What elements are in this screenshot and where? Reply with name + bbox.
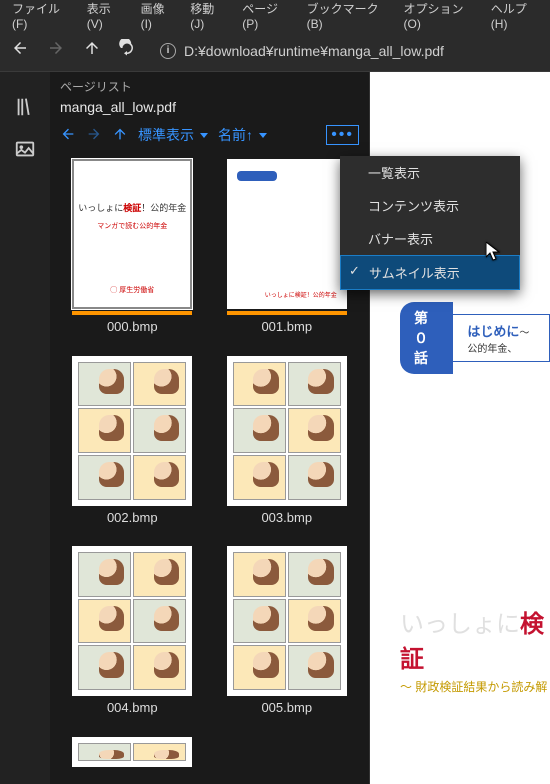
panel-toolbar: 標準表示 名前↑ •••: [50, 121, 369, 153]
up-button[interactable]: [82, 39, 102, 62]
page-title: いっしょに検証: [400, 604, 550, 674]
pagelist-icon[interactable]: [14, 138, 36, 160]
sidebar-rail: [0, 72, 50, 784]
more-menu-button[interactable]: •••: [326, 125, 359, 145]
panel-up[interactable]: [112, 126, 128, 145]
cover-logo: ◯ 厚生労働省: [74, 285, 190, 295]
thumbnail[interactable]: [227, 356, 347, 506]
url-text: D:¥download¥runtime¥manga_all_low.pdf: [184, 43, 444, 59]
thumbnail[interactable]: いっしょに検証！公的年金: [227, 159, 347, 309]
thumb-label: 005.bmp: [261, 700, 312, 715]
page-subtitle: ～ 財政検証結果から読み解: [400, 678, 550, 695]
cover-suffix: ！公的年金: [141, 203, 186, 213]
menu-move[interactable]: 移動(J): [182, 0, 232, 35]
thumb-label: 003.bmp: [261, 510, 312, 525]
thumbnail[interactable]: いっしょに検証！公的年金 マンガで読む公的年金 ◯ 厚生労働省: [72, 159, 192, 309]
display-mode-label: 標準表示: [138, 125, 194, 145]
thumb-item[interactable]: 004.bmp: [62, 546, 203, 727]
thumb-label: 004.bmp: [107, 700, 158, 715]
menu-page[interactable]: ページ(P): [234, 0, 296, 35]
thumb-item[interactable]: [62, 737, 203, 779]
progress-bar: [72, 311, 192, 315]
check-icon: ✓: [349, 263, 360, 279]
menu-options[interactable]: オプション(O): [396, 0, 481, 35]
toolbar: i D:¥download¥runtime¥manga_all_low.pdf: [0, 30, 550, 72]
info-icon[interactable]: i: [160, 43, 176, 59]
chevron-down-icon: [259, 133, 267, 138]
sort-mode-dropdown[interactable]: 名前↑: [218, 125, 267, 145]
display-mode-dropdown[interactable]: 標準表示: [138, 125, 208, 145]
chevron-down-icon: [200, 133, 208, 138]
reload-button[interactable]: [118, 39, 136, 62]
thumb-item[interactable]: 005.bmp: [217, 546, 358, 727]
bookshelf-icon[interactable]: [14, 96, 36, 118]
thumb-label: 001.bmp: [261, 319, 312, 334]
sort-mode-label: 名前↑: [218, 125, 253, 145]
thumb-label: 002.bmp: [107, 510, 158, 525]
thumb-label: 000.bmp: [107, 319, 158, 334]
thumbnail[interactable]: [72, 356, 192, 506]
menu-item-label: サムネイル表示: [369, 266, 460, 281]
panel-doc-title: manga_all_low.pdf: [50, 97, 369, 121]
menu-image[interactable]: 画像(I): [133, 0, 181, 35]
address-bar[interactable]: i D:¥download¥runtime¥manga_all_low.pdf: [160, 43, 540, 59]
menu-view[interactable]: 表示(V): [79, 0, 131, 35]
cover-highlight: 検証: [123, 203, 141, 213]
cover-mini: いっしょに検証！公的年金: [265, 290, 337, 299]
thumb-item[interactable]: いっしょに検証！公的年金 マンガで読む公的年金 ◯ 厚生労働省 000.bmp: [62, 159, 203, 346]
panel-back[interactable]: [60, 126, 76, 145]
cover-sub: マンガで読む公的年金: [74, 221, 190, 231]
cover-prefix: いっしょに: [78, 203, 123, 213]
chapter-pill: 第０話 はじめに～公的年金、: [400, 302, 550, 374]
menu-item-content-view[interactable]: コンテンツ表示: [340, 189, 520, 222]
mouse-cursor: [486, 242, 500, 265]
pagelist-panel: ページリスト manga_all_low.pdf 標準表示 名前↑ •••: [50, 72, 370, 784]
back-button[interactable]: [10, 39, 30, 62]
menubar: ファイル(F) 表示(V) 画像(I) 移動(J) ページ(P) ブックマーク(…: [0, 0, 550, 30]
thumbnail[interactable]: [72, 546, 192, 696]
thumb-item[interactable]: 003.bmp: [217, 356, 358, 537]
thumbnail-grid[interactable]: いっしょに検証！公的年金 マンガで読む公的年金 ◯ 厚生労働省 000.bmp …: [50, 153, 369, 784]
menu-item-list-view[interactable]: 一覧表示: [340, 156, 520, 189]
context-menu: 一覧表示 コンテンツ表示 バナー表示 ✓ サムネイル表示: [340, 156, 520, 290]
forward-button[interactable]: [46, 39, 66, 62]
thumbnail[interactable]: [227, 546, 347, 696]
thumb-item[interactable]: 002.bmp: [62, 356, 203, 537]
menu-help[interactable]: ヘルプ(H): [483, 0, 546, 35]
progress-bar: [227, 311, 347, 315]
thumbnail[interactable]: [72, 737, 192, 767]
chapter-title: はじめに～公的年金、: [453, 314, 550, 362]
panel-header: ページリスト: [50, 72, 369, 97]
thumb-item[interactable]: いっしょに検証！公的年金 001.bmp: [217, 159, 358, 346]
menu-file[interactable]: ファイル(F): [4, 0, 77, 35]
panel-forward[interactable]: [86, 126, 102, 145]
chapter-number: 第０話: [400, 302, 453, 374]
menu-bookmark[interactable]: ブックマーク(B): [299, 0, 394, 35]
